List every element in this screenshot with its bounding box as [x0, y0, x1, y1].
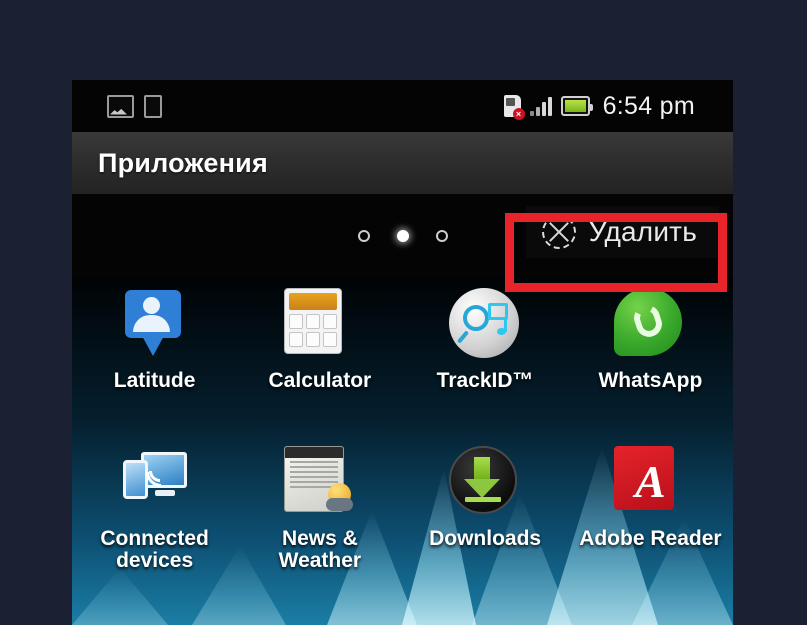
status-bar-left-icons [72, 94, 162, 118]
app-label: Latitude [113, 369, 196, 392]
app-label: Connected devices [100, 527, 209, 573]
whatsapp-icon [614, 288, 686, 360]
sim-card-error-icon: × [503, 95, 525, 120]
app-label: TrackID™ [436, 369, 534, 392]
page-dot-2-active[interactable] [396, 230, 409, 242]
app-item-whatsapp[interactable]: WhatsApp [568, 288, 733, 446]
title-bar: Приложения [72, 132, 733, 195]
news-weather-icon [283, 446, 356, 518]
app-label: Calculator [268, 369, 372, 392]
calculator-icon [283, 288, 356, 360]
app-item-connected-devices[interactable]: Connected devices [72, 446, 237, 604]
gallery-icon [107, 94, 134, 118]
app-label: Downloads [429, 527, 542, 550]
phone-screen: × 6:54 pm Приложения Удалить Latitude Ca… [72, 80, 733, 625]
screenshot-canvas: × 6:54 pm Приложения Удалить Latitude Ca… [0, 0, 807, 625]
app-item-adobe-reader[interactable]: A Adobe Reader [568, 446, 733, 604]
latitude-icon [119, 288, 191, 360]
app-item-news-weather[interactable]: News & Weather [237, 446, 402, 604]
circle-x-icon [541, 215, 576, 249]
app-grid: Latitude Calculator TrackID™ WhatsApp Co… [72, 278, 733, 625]
page-dot-1[interactable] [357, 230, 370, 242]
app-label: News & Weather [278, 527, 362, 573]
app-item-latitude[interactable]: Latitude [72, 288, 237, 446]
status-bar-clock: 6:54 pm [602, 91, 695, 120]
delete-button-label: Удалить [588, 216, 697, 247]
app-item-calculator[interactable]: Calculator [237, 288, 402, 446]
document-icon [144, 94, 162, 118]
app-item-trackid[interactable]: TrackID™ [403, 288, 568, 446]
trackid-icon [449, 288, 521, 360]
adobe-reader-icon: A [614, 446, 686, 518]
status-bar: × 6:54 pm [72, 80, 733, 132]
signal-bars-icon [529, 96, 552, 116]
battery-icon [560, 96, 593, 116]
status-bar-right-icons: × 6:54 pm [503, 91, 733, 121]
page-dot-3[interactable] [435, 230, 448, 242]
page-title: Приложения [98, 147, 268, 178]
delete-button[interactable]: Удалить [525, 206, 719, 258]
downloads-icon [449, 446, 521, 518]
app-label: Adobe Reader [579, 527, 722, 550]
app-drawer: Latitude Calculator TrackID™ WhatsApp Co… [72, 278, 733, 625]
action-bar: Удалить [72, 194, 733, 278]
app-label: WhatsApp [598, 369, 703, 392]
connected-devices-icon [119, 446, 191, 518]
app-item-downloads[interactable]: Downloads [403, 446, 568, 604]
